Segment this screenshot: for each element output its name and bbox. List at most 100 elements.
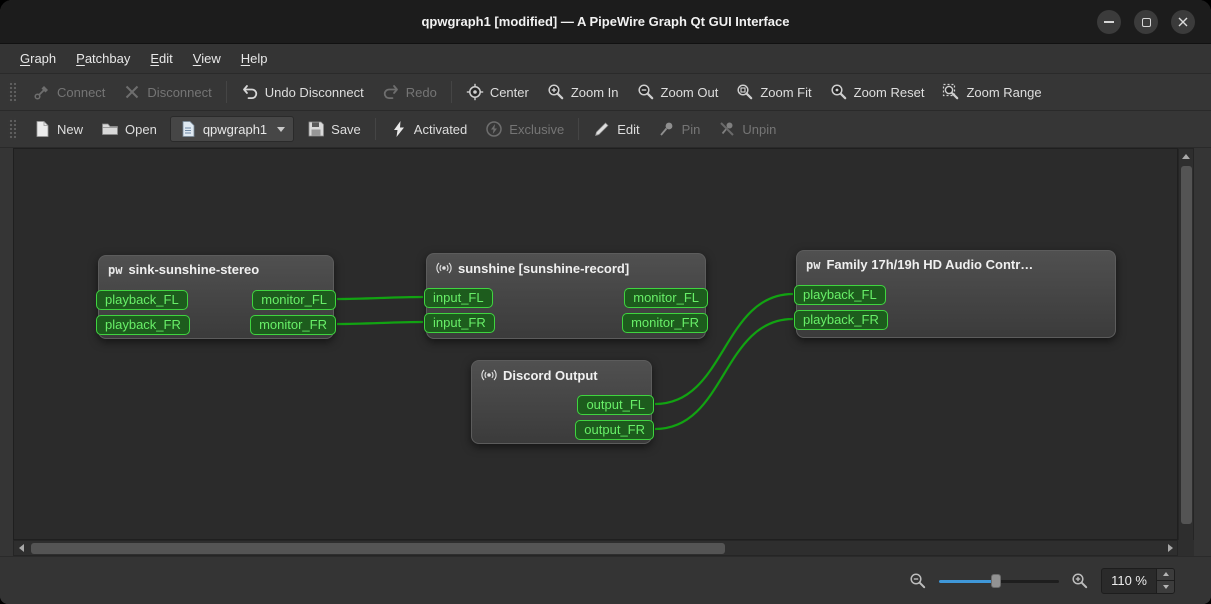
horizontal-scrollbar-thumb[interactable]: [31, 543, 725, 554]
center-button[interactable]: Center: [457, 77, 538, 107]
toolbar-separator: [450, 81, 452, 103]
zoom-slider[interactable]: [939, 572, 1060, 590]
graph-port[interactable]: input_FL: [424, 288, 493, 308]
redo-button[interactable]: Redo: [373, 77, 446, 107]
slider-handle[interactable]: [991, 573, 1002, 588]
toolbar-handle[interactable]: [8, 81, 16, 103]
graph-toolbar: Connect Disconnect Undo Disconnect Redo …: [0, 74, 1211, 111]
node-sink-sunshine-stereo[interactable]: pw sink-sunshine-stereo playback_FL play…: [96, 255, 336, 339]
pin-icon: [659, 122, 673, 136]
connection-monitor-fl-input-fl[interactable]: [336, 295, 424, 301]
window-title: qpwgraph1 [modified] — A PipeWire Graph …: [421, 14, 790, 29]
menu-help[interactable]: Help: [231, 47, 278, 70]
edit-button[interactable]: Edit: [584, 114, 648, 144]
button-label: Zoom In: [570, 84, 619, 100]
graph-port[interactable]: playback_FR: [96, 315, 190, 335]
statusbar: 110 %: [0, 556, 1211, 604]
vertical-scrollbar-thumb[interactable]: [1181, 166, 1192, 524]
scroll-left-button[interactable]: [14, 541, 28, 555]
pipewire-icon: pw: [806, 257, 821, 272]
save-icon: [308, 121, 325, 137]
center-icon: [466, 83, 484, 101]
zoom-step-down-button[interactable]: [1157, 580, 1174, 593]
patchbay-profile-combo[interactable]: qpwgraph1: [169, 116, 295, 142]
vertical-scrollbar[interactable]: [1178, 148, 1194, 556]
new-button[interactable]: New: [24, 114, 92, 144]
button-label: Exclusive: [509, 121, 565, 137]
status-zoom-in-button[interactable]: [1069, 570, 1091, 592]
pin-button[interactable]: Pin: [649, 114, 710, 144]
graph-port[interactable]: monitor_FL: [252, 290, 336, 310]
connect-button[interactable]: Connect: [24, 77, 114, 107]
maximize-icon: [1141, 17, 1151, 27]
menu-patchbay[interactable]: Patchbay: [66, 47, 140, 70]
new-file-icon: [36, 121, 49, 137]
zoom-spinbox[interactable]: 110 %: [1101, 567, 1175, 594]
connection-monitor-fr-input-fr[interactable]: [336, 320, 424, 326]
zoom-in-button[interactable]: Zoom In: [538, 77, 628, 107]
toolbar-separator: [578, 118, 580, 140]
down-arrow-icon: [1162, 584, 1169, 589]
save-button[interactable]: Save: [298, 114, 370, 144]
graph-port[interactable]: playback_FR: [794, 310, 888, 330]
graph-port[interactable]: monitor_FR: [250, 315, 336, 335]
patchbay-file-icon: [182, 121, 195, 137]
zoom-reset-icon: [831, 84, 846, 100]
graph-port[interactable]: output_FL: [577, 395, 654, 415]
spin-arrows: [1156, 568, 1174, 593]
close-button[interactable]: [1171, 10, 1195, 34]
graph-canvas[interactable]: pw sink-sunshine-stereo playback_FL play…: [13, 148, 1178, 540]
activated-toggle[interactable]: Activated: [381, 114, 476, 144]
node-header: pw sink-sunshine-stereo: [99, 256, 333, 283]
menu-view[interactable]: View: [183, 47, 231, 70]
button-label: Zoom Reset: [853, 84, 925, 100]
chevron-down-icon: [277, 126, 286, 132]
button-label: Activated: [413, 121, 468, 137]
zoom-out-icon: [910, 572, 926, 588]
up-arrow-icon: [1162, 572, 1169, 577]
menu-label: atchbay: [84, 51, 131, 66]
toolbar-handle[interactable]: [8, 118, 16, 140]
unpin-button[interactable]: Unpin: [709, 114, 785, 144]
zoom-value[interactable]: 110 %: [1102, 569, 1156, 593]
graph-port[interactable]: playback_FL: [794, 285, 886, 305]
zoom-fit-button[interactable]: Zoom Fit: [727, 77, 820, 107]
undo-disconnect-button[interactable]: Undo Disconnect: [232, 77, 373, 107]
open-button[interactable]: Open: [92, 114, 166, 144]
zoom-step-up-button[interactable]: [1157, 568, 1174, 580]
connect-icon: [34, 86, 48, 100]
maximize-button[interactable]: [1134, 10, 1158, 34]
menu-graph[interactable]: Graph: [10, 47, 66, 70]
stream-icon: [481, 369, 497, 381]
zoom-out-button[interactable]: Zoom Out: [628, 77, 728, 107]
zoom-reset-button[interactable]: Zoom Reset: [821, 77, 934, 107]
scroll-right-button[interactable]: [1163, 541, 1177, 555]
node-discord-output[interactable]: Discord Output output_FL output_FR: [471, 360, 654, 444]
exclusive-toggle[interactable]: Exclusive: [476, 114, 573, 144]
toolbar-separator: [225, 81, 227, 103]
titlebar[interactable]: qpwgraph1 [modified] — A PipeWire Graph …: [0, 0, 1211, 44]
node-header: sunshine [sunshine-record]: [427, 254, 705, 282]
node-family-audio-controller[interactable]: pw Family 17h/19h HD Audio Contr… playba…: [794, 250, 1116, 338]
disconnect-button[interactable]: Disconnect: [114, 77, 220, 107]
graph-port[interactable]: input_FR: [424, 313, 495, 333]
minimize-button[interactable]: [1097, 10, 1121, 34]
graph-port[interactable]: output_FR: [575, 420, 654, 440]
app-window: qpwgraph1 [modified] — A PipeWire Graph …: [0, 0, 1211, 604]
graph-port[interactable]: playback_FL: [96, 290, 188, 310]
button-label: Open: [125, 121, 157, 137]
node-sunshine[interactable]: sunshine [sunshine-record] input_FL inpu…: [424, 253, 708, 339]
menu-edit[interactable]: Edit: [140, 47, 182, 70]
zoom-range-button[interactable]: Zoom Range: [933, 77, 1050, 107]
menubar: Graph Patchbay Edit View Help: [0, 44, 1211, 74]
button-label: Save: [331, 121, 361, 137]
graph-port[interactable]: monitor_FL: [624, 288, 708, 308]
zoom-in-icon: [1072, 572, 1088, 588]
horizontal-scrollbar[interactable]: [13, 540, 1178, 556]
button-label: Redo: [405, 84, 437, 100]
lightning-icon: [393, 121, 404, 137]
graph-port[interactable]: monitor_FR: [622, 313, 708, 333]
scroll-up-button[interactable]: [1179, 149, 1193, 163]
node-title-text: sink-sunshine-stereo: [128, 262, 260, 277]
status-zoom-out-button[interactable]: [907, 570, 929, 592]
